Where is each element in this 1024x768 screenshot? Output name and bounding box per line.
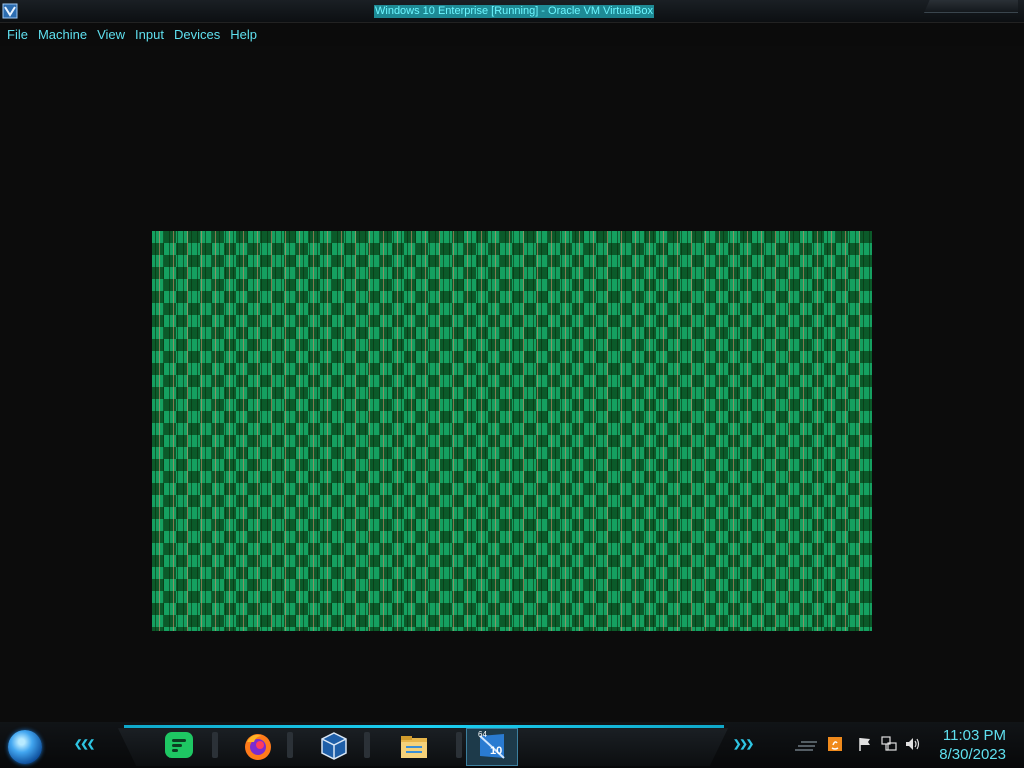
menu-machine[interactable]: Machine	[33, 24, 92, 46]
menu-devices[interactable]: Devices	[169, 24, 225, 46]
vm-boot-pattern	[152, 231, 872, 631]
menu-input[interactable]: Input	[130, 24, 169, 46]
virtualbox-icon[interactable]	[318, 730, 350, 762]
java-icon[interactable]	[827, 736, 843, 752]
window-title: Windows 10 Enterprise [Running] - Oracle…	[374, 5, 654, 18]
taskbar: ❮❮❮ 64 10 ❯❯❯ 11:03 PM 8/30/2023	[0, 722, 1024, 768]
vm-badge-64: 64	[478, 730, 487, 739]
show-hidden-icons[interactable]	[793, 736, 817, 752]
menu-file[interactable]: File	[2, 24, 33, 46]
virtualbox-icon[interactable]	[2, 3, 18, 19]
flag-icon[interactable]	[857, 736, 873, 752]
volume-icon[interactable]	[905, 736, 921, 752]
menu-view[interactable]: View	[92, 24, 130, 46]
network-icon[interactable]	[881, 736, 897, 752]
firefox-icon[interactable]	[242, 730, 274, 762]
taskbar-separator	[212, 732, 218, 758]
start-button[interactable]	[8, 730, 42, 764]
menu-help[interactable]: Help	[225, 24, 262, 46]
chevrons-icon: ❮❮❮	[74, 739, 95, 750]
vm-badge-10: 10	[490, 745, 503, 757]
taskbar-accent-line	[124, 725, 724, 728]
clock-date: 8/30/2023	[939, 746, 1006, 763]
menu-bar: File Machine View Input Devices Help	[0, 24, 262, 46]
window-titlebar[interactable]: Windows 10 Enterprise [Running] - Oracle…	[0, 0, 1024, 23]
taskbar-clock[interactable]: 11:03 PM 8/30/2023	[939, 726, 1006, 764]
taskbar-separator	[287, 732, 293, 758]
vm-display[interactable]	[0, 46, 1024, 722]
taskbar-separator	[456, 732, 462, 758]
file-explorer-icon[interactable]	[398, 730, 430, 762]
chat-app-icon[interactable]	[163, 730, 195, 762]
window-controls[interactable]	[924, 0, 1018, 13]
clock-time: 11:03 PM	[942, 727, 1006, 744]
chevrons-icon: ❯❯❯	[733, 739, 754, 750]
taskbar-separator	[364, 732, 370, 758]
